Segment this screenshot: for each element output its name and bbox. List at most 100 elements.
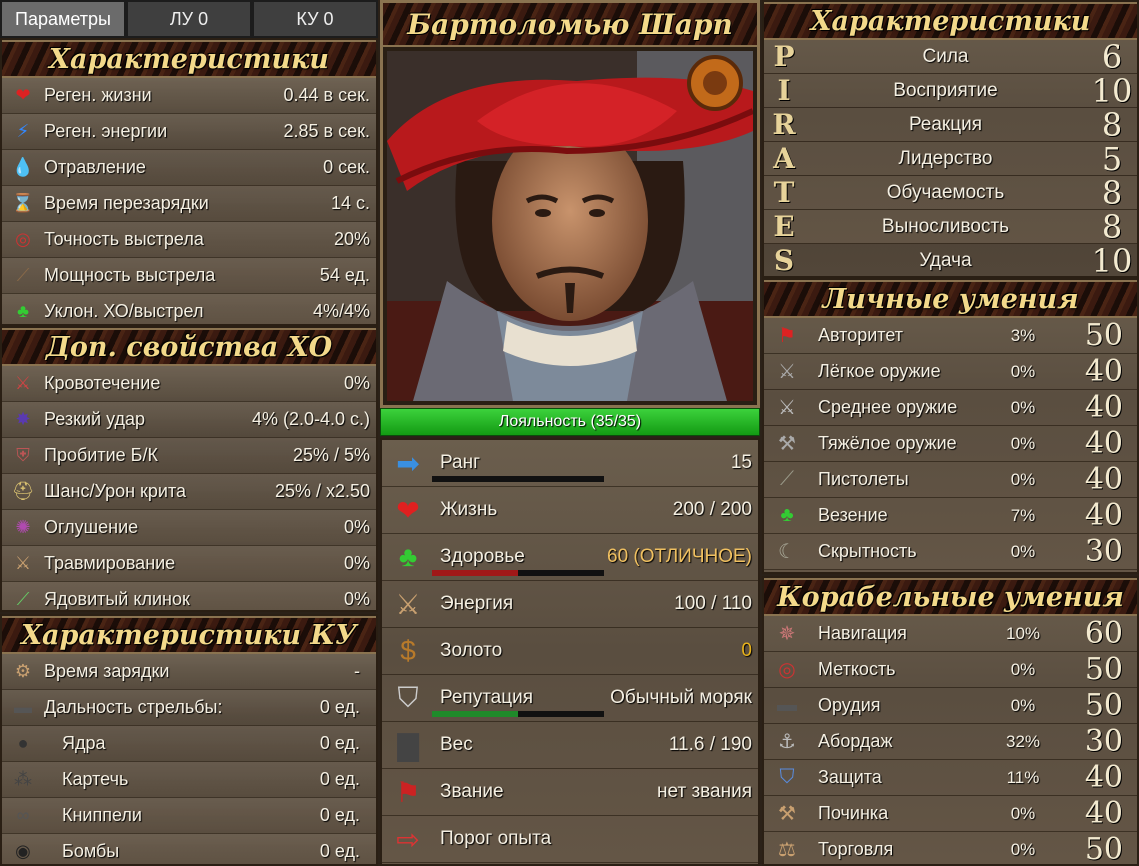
- stat-row: ⛑ Шанс/Урон крита 25% / x2.50: [2, 474, 376, 510]
- heart-icon: ❤: [396, 494, 420, 526]
- skill-value: 40: [1084, 354, 1123, 389]
- pirates-banner: Характеристики: [764, 2, 1137, 40]
- skill-progress-percent: 32%: [1005, 731, 1041, 751]
- stat-label: Реген. жизни: [44, 85, 152, 105]
- skill-value: 50: [1084, 688, 1123, 723]
- ship-skills-panel: Корабельные умения ✵ Навигация 10% 60 ◎ Метко…: [762, 576, 1139, 866]
- loyalty-bar: Лояльность (35/35): [380, 408, 760, 436]
- stat-value: 4% (2.0-4.0 с.): [251, 409, 370, 429]
- status-label: Звание: [440, 781, 657, 803]
- energy-regen-icon: ⚡: [16, 121, 30, 141]
- skill-row[interactable]: ⚔ Лёгкое оружие 0% 40: [764, 354, 1137, 390]
- pirates-row: A Лидерство 5: [764, 139, 1137, 178]
- hero-name: Бартоломью Шарп: [407, 7, 733, 41]
- skill-value: 50: [1084, 318, 1123, 353]
- hammer-icon: ⚒: [778, 803, 796, 825]
- status-row: ▇ Вес 11.6 / 190: [382, 722, 758, 769]
- stat-value: 0 ед.: [319, 733, 360, 753]
- pirates-attribute-name: Удача: [919, 249, 972, 271]
- rank-progress-bar: [432, 476, 604, 482]
- clover-icon: ♣: [17, 301, 29, 321]
- stat-value: 0 ед.: [319, 841, 360, 861]
- status-row: ⇨ Порог опыта: [382, 816, 758, 863]
- pirates-letter: S: [773, 244, 795, 277]
- hero-portrait-frame: Бартоломью Шарп: [380, 0, 760, 408]
- skill-row[interactable]: ⚔ Среднее оружие 0% 40: [764, 390, 1137, 426]
- ship-skills-banner: Корабельные умения: [764, 578, 1137, 616]
- skill-value: 50: [1084, 832, 1123, 866]
- skill-name: Защита: [818, 767, 882, 787]
- stat-row: ✺ Оглушение 0%: [2, 510, 376, 546]
- skill-row[interactable]: ◎ Меткость 0% 50: [764, 652, 1137, 688]
- stat-label: Точность выстрела: [44, 229, 204, 249]
- strike-icon: ✸: [15, 409, 31, 429]
- stat-label: Уклон. ХО/выстрел: [44, 301, 204, 321]
- skill-row[interactable]: ⚖ Торговля 0% 50: [764, 832, 1137, 866]
- pirates-attribute-value: 5: [1101, 139, 1123, 178]
- status-label: Вес: [440, 734, 669, 756]
- shield-blue-icon: ⛉: [779, 766, 795, 788]
- skill-row[interactable]: ⚑ Авторитет 3% 50: [764, 318, 1137, 354]
- status-value: 0: [741, 640, 752, 661]
- cannon-icon: ▬: [14, 697, 32, 717]
- bleed-sword-icon: ⚔: [14, 373, 32, 393]
- personal-skills-banner: Личные умения: [764, 280, 1137, 318]
- skill-name: Навигация: [818, 623, 907, 643]
- stat-value: 25% / 5%: [292, 445, 370, 465]
- skill-value: 50: [1084, 652, 1123, 687]
- musket-icon: ⟋: [16, 265, 30, 285]
- tab-parameters[interactable]: Параметры: [0, 0, 126, 38]
- stat-label: Бомбы: [62, 841, 120, 861]
- bombs-icon: ◉: [15, 841, 31, 861]
- stat-value: 20%: [333, 229, 370, 249]
- stat-value: 0 ед.: [319, 769, 360, 789]
- skill-row[interactable]: ♣ Везение 7% 40: [764, 498, 1137, 534]
- status-row: ⚔ Энергия 100 / 110: [382, 581, 758, 628]
- personal-skills-panel: Личные умения ⚑ Авторитет 3% 50 ⚔ Лёгкое оруж…: [762, 278, 1139, 574]
- stat-value: 0%: [343, 373, 370, 393]
- pirates-row: I Восприятие 10: [764, 72, 1137, 110]
- skill-row[interactable]: ⛉ Защита 11% 40: [764, 760, 1137, 796]
- tab-ship-skills[interactable]: КУ 0: [252, 0, 378, 38]
- skill-row[interactable]: ▬ Орудия 0% 50: [764, 688, 1137, 724]
- skill-row[interactable]: ☾ Скрытность 0% 30: [764, 534, 1137, 570]
- stat-value: 0%: [343, 553, 370, 573]
- skill-row[interactable]: ⚒ Починка 0% 40: [764, 796, 1137, 832]
- skill-row[interactable]: ⚒ Тяжёлое оружие 0% 40: [764, 426, 1137, 462]
- skill-name: Лёгкое оружие: [818, 361, 941, 381]
- extra-properties-title: Доп. свойства ХО: [45, 331, 333, 363]
- grapeshot-icon: ⁂: [14, 769, 32, 789]
- pirates-row: R Реакция 8: [764, 106, 1137, 144]
- medium-sword-icon: ⚔: [778, 397, 796, 419]
- skill-value: 40: [1084, 498, 1123, 533]
- stat-row: ● Ядра 0 ед.: [2, 726, 376, 762]
- pirates-attribute-name: Лидерство: [898, 147, 993, 169]
- skill-progress-percent: 11%: [1006, 767, 1040, 787]
- skill-name: Абордаж: [818, 731, 893, 751]
- pirates-letter: E: [773, 210, 795, 243]
- status-label-text: Энергия: [440, 593, 514, 614]
- cannon-icon: ▬: [777, 694, 797, 716]
- clover-icon: ♣: [398, 541, 418, 572]
- status-label: Ранг: [432, 452, 731, 482]
- pirates-attribute-value: 8: [1101, 207, 1123, 246]
- pirates-letter: T: [773, 176, 795, 209]
- pirates-letter: R: [772, 108, 796, 141]
- stat-row: ∞ Книппели 0 ед.: [2, 798, 376, 834]
- tab-personal-skills[interactable]: ЛУ 0: [126, 0, 252, 38]
- skill-name: Везение: [818, 505, 888, 525]
- status-label-text: Порог опыта: [440, 828, 552, 849]
- skill-name: Среднее оружие: [818, 397, 958, 417]
- status-value: 100 / 110: [674, 593, 752, 614]
- stat-label: Шанс/Урон крита: [44, 481, 187, 501]
- skill-row[interactable]: ⚓ Абордаж 32% 30: [764, 724, 1137, 760]
- skill-row[interactable]: ✵ Навигация 10% 60: [764, 616, 1137, 652]
- experience-arrow-icon: ⇨: [396, 823, 420, 855]
- stat-row: ⚔ Травмирование 0%: [2, 546, 376, 582]
- status-progress-fill: [432, 570, 518, 576]
- stat-value: 0 ед.: [319, 697, 360, 717]
- skill-row[interactable]: ⟋ Пистолеты 0% 40: [764, 462, 1137, 498]
- pirates-attribute-name: Восприятие: [893, 79, 998, 101]
- skill-value: 30: [1084, 724, 1123, 759]
- weight-icon: ▇: [397, 729, 419, 761]
